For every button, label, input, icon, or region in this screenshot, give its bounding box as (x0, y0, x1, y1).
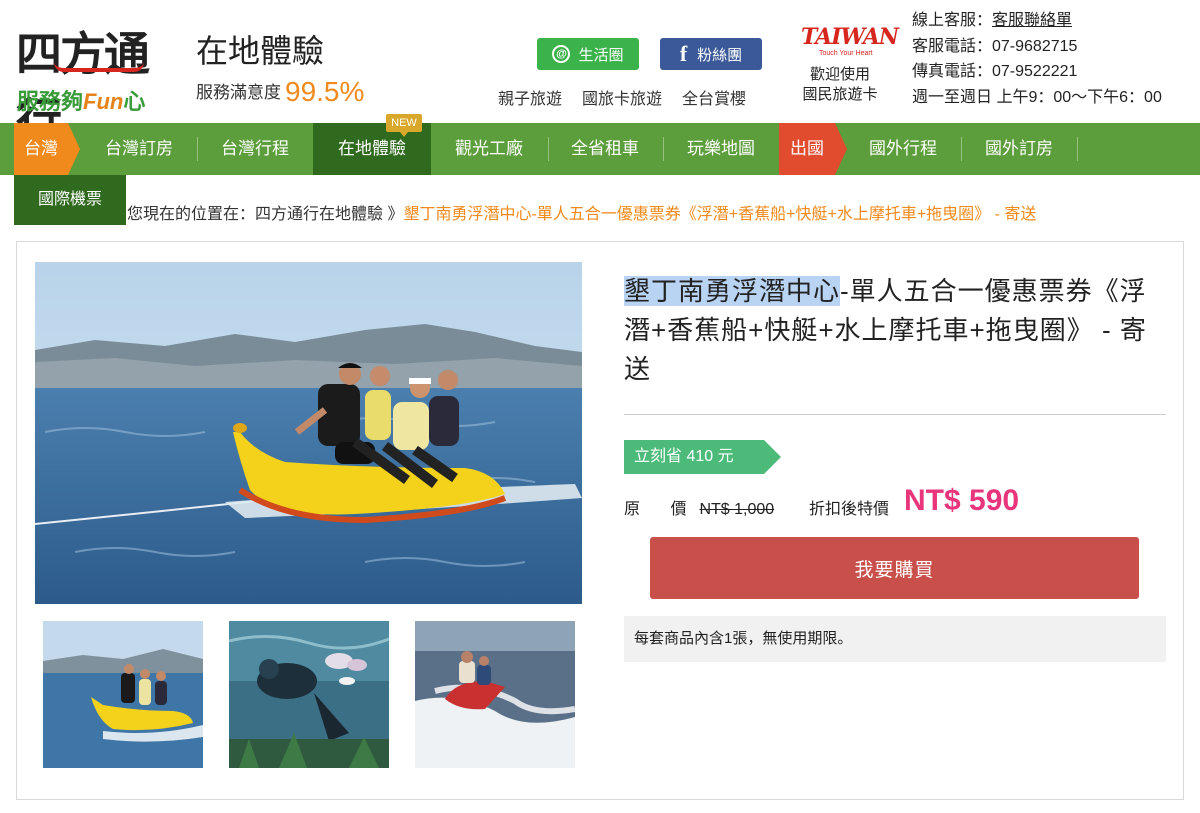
site-header: 四方通行 服務夠Fun心 在地體驗 服務滿意度 99.5% @ 生活圈 f 粉絲團… (0, 0, 1200, 147)
buy-button[interactable]: 我要購買 (650, 537, 1139, 599)
service-phone: 客服電話：07-9682715 (912, 37, 1078, 55)
product-main-photo (35, 262, 582, 604)
top-link-sakura[interactable]: 全台賞櫻 (682, 91, 746, 108)
nav-fun-map[interactable]: 玩樂地圖 (666, 123, 776, 175)
at-sign-icon: @ (552, 45, 571, 63)
thumbnail-jet-ski[interactable] (415, 621, 575, 768)
breadcrumb: 您現在的位置在：四方通行在地體驗 》墾丁南勇浮潛中心-單人五合一優惠票券《浮潛+… (127, 206, 1037, 223)
thumbnail-snorkeling[interactable] (229, 621, 389, 768)
taiwan-tourism-logo[interactable]: TAIWAN Touch Your Heart (797, 10, 899, 60)
nav-car-rental[interactable]: 全省租車 (550, 123, 660, 175)
top-link-family[interactable]: 親子旅遊 (498, 91, 562, 108)
nav-taiwan-hotel[interactable]: 台灣訂房 (84, 123, 194, 175)
nav-abroad-hotel[interactable]: 國外訂房 (964, 123, 1074, 175)
breadcrumb-current: 墾丁南勇浮潛中心-單人五合一優惠票券《浮潛+香蕉船+快艇+水上摩托車+拖曳圈》 … (403, 206, 1037, 223)
original-price: 原 價NT$ 1,000 (624, 501, 775, 518)
service-contact-link[interactable]: 客服聯絡單 (992, 12, 1072, 29)
nav-taiwan-tour[interactable]: 台灣行程 (200, 123, 310, 175)
thumbnail-banana-boat[interactable] (43, 621, 203, 768)
satisfaction-value: 99.5% (285, 76, 365, 107)
nav-taiwan[interactable]: 台灣 (14, 123, 80, 175)
site-logo[interactable]: 四方通行 服務夠Fun心 (14, 12, 184, 147)
nav-factory[interactable]: 觀光工廠 (434, 123, 544, 175)
discount-price-label: 折扣後特價 (809, 501, 890, 518)
product-note: 每套商品內含1張，無使用期限。 (624, 616, 1166, 662)
nav-abroad-tour[interactable]: 國外行程 (848, 123, 958, 175)
logo-tagline: 服務夠Fun心 (17, 89, 146, 114)
satisfaction-rating: 服務滿意度 99.5% (196, 76, 365, 107)
new-badge: NEW (386, 114, 422, 137)
savings-tag: 立刻省 410 元 (624, 440, 781, 474)
top-link-card[interactable]: 國旅卡旅遊 (582, 91, 662, 108)
travel-card-welcome: 歡迎使用 國民旅遊卡 (802, 66, 878, 103)
discount-price: NT$ 590 (904, 484, 1020, 517)
service-fax: 傳真電話：07-9522221 (912, 63, 1078, 80)
service-hours: 週一至週日 上午9：00～下午6：00 (912, 88, 1162, 106)
facebook-icon: f (679, 41, 688, 66)
main-nav: 台灣 台灣訂房 台灣行程 在地體驗 觀光工廠 全省租車 玩樂地圖 出國 國外行程… (0, 123, 1200, 175)
product-title: 墾丁南勇浮潛中心-單人五合一優惠票券《浮潛+香蕉船+快艇+水上摩托車+拖曳圈》 … (624, 276, 1147, 384)
product-title-highlight: 墾丁南勇浮潛中心 (624, 276, 841, 306)
customer-service-info: 線上客服：客服聯絡單 客服電話：07-9682715 傳真電話：07-95222… (912, 8, 1162, 110)
nav-abroad[interactable]: 出國 (779, 123, 847, 175)
top-links: 親子旅遊 國旅卡旅遊 全台賞櫻 (498, 85, 766, 109)
life-circle-button[interactable]: @ 生活圈 (537, 38, 639, 70)
fan-page-button[interactable]: f 粉絲團 (660, 38, 762, 70)
nav-flight-tickets[interactable]: 國際機票 (14, 175, 126, 225)
page-category-title: 在地體驗 (196, 33, 325, 69)
logo-swoosh (54, 62, 144, 72)
original-price-value: NT$ 1,000 (699, 501, 775, 518)
title-divider (624, 414, 1166, 415)
